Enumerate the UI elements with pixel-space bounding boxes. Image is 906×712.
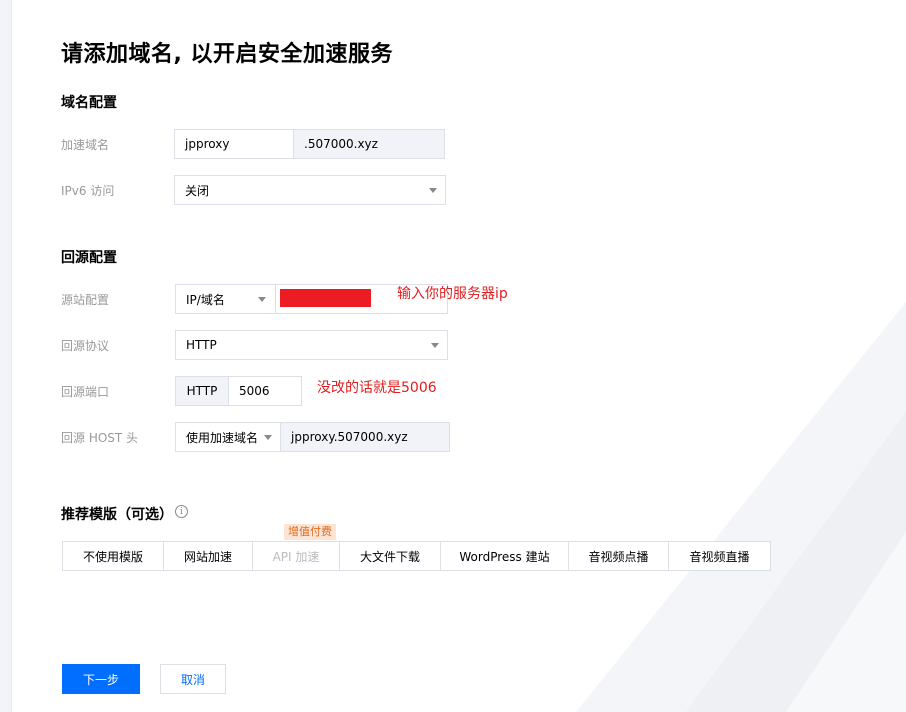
root-domain-field: .507000.xyz bbox=[293, 129, 445, 159]
port-prefix-value: HTTP bbox=[186, 384, 218, 398]
root-domain-value: .507000.xyz bbox=[304, 137, 378, 151]
origin-type-value: IP/域名 bbox=[186, 292, 225, 307]
chevron-down-icon bbox=[258, 297, 266, 302]
template-vod[interactable]: 音视频点播 bbox=[569, 542, 669, 570]
redaction-block bbox=[280, 289, 371, 307]
port-input[interactable]: 5006 bbox=[228, 376, 302, 406]
subdomain-input[interactable]: jpproxy bbox=[174, 129, 294, 159]
origin-config-section-title: 回源配置 bbox=[61, 250, 117, 266]
protocol-label: 回源协议 bbox=[61, 339, 110, 353]
domain-config-section-title: 域名配置 bbox=[61, 95, 117, 111]
ipv6-select[interactable]: 关闭 bbox=[174, 175, 446, 205]
chevron-down-icon bbox=[264, 435, 272, 440]
template-live[interactable]: 音视频直播 bbox=[669, 542, 770, 570]
origin-type-select[interactable]: IP/域名 bbox=[175, 284, 276, 314]
next-button[interactable]: 下一步 bbox=[62, 664, 140, 694]
port-annotation: 没改的话就是5006 bbox=[317, 380, 437, 396]
accel-domain-label: 加速域名 bbox=[61, 138, 110, 152]
port-prefix: HTTP bbox=[175, 376, 229, 406]
info-icon[interactable]: i bbox=[175, 505, 188, 518]
template-options: 不使用模版 网站加速 API 加速 大文件下载 WordPress 建站 音视频… bbox=[62, 541, 771, 571]
ipv6-value: 关闭 bbox=[185, 183, 210, 198]
host-mode-value: 使用加速域名 bbox=[186, 430, 259, 445]
template-none[interactable]: 不使用模版 bbox=[63, 542, 164, 570]
host-label: 回源 HOST 头 bbox=[61, 431, 139, 445]
port-value: 5006 bbox=[239, 384, 270, 398]
host-value-field: jpproxy.507000.xyz bbox=[280, 422, 450, 452]
chevron-down-icon bbox=[431, 343, 439, 348]
ipv6-label: IPv6 访问 bbox=[61, 184, 115, 198]
page-title: 请添加域名, 以开启安全加速服务 bbox=[61, 42, 394, 67]
protocol-value: HTTP bbox=[186, 338, 217, 352]
left-sidebar-edge bbox=[0, 0, 12, 712]
port-label: 回源端口 bbox=[61, 385, 110, 399]
template-api[interactable]: API 加速 bbox=[253, 542, 340, 570]
origin-annotation: 输入你的服务器ip bbox=[397, 286, 508, 302]
background-decoration bbox=[576, 302, 906, 712]
template-website[interactable]: 网站加速 bbox=[164, 542, 253, 570]
host-value: jpproxy.507000.xyz bbox=[291, 430, 408, 444]
template-section-title: 推荐模版（可选） bbox=[61, 507, 173, 523]
cancel-button[interactable]: 取消 bbox=[160, 664, 226, 694]
paid-badge: 增值付费 bbox=[284, 524, 336, 540]
origin-label: 源站配置 bbox=[61, 293, 110, 307]
template-large-file[interactable]: 大文件下载 bbox=[340, 542, 441, 570]
host-mode-select[interactable]: 使用加速域名 bbox=[175, 422, 281, 452]
chevron-down-icon bbox=[429, 188, 437, 193]
subdomain-value: jpproxy bbox=[185, 137, 230, 151]
template-wordpress[interactable]: WordPress 建站 bbox=[441, 542, 569, 570]
protocol-select[interactable]: HTTP bbox=[175, 330, 448, 360]
